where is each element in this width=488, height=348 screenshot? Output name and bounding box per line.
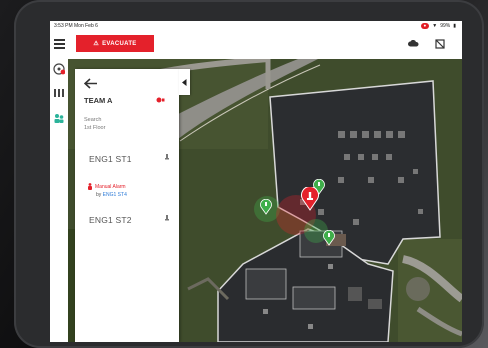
station-name: ENG1 ST2 — [89, 215, 132, 225]
battery-level: 99% — [440, 23, 451, 29]
left-rail — [50, 59, 69, 342]
stations-icon[interactable] — [53, 87, 65, 99]
station-pin-1[interactable] — [259, 199, 273, 215]
search-field[interactable]: Search — [84, 117, 101, 123]
recording-indicator: ● — [420, 23, 430, 29]
wifi-icon: ▼ — [432, 23, 438, 29]
team-panel: TEAM A Search 1st Floor ENG1 ST1 Manual … — [75, 69, 179, 342]
evacuate-button[interactable]: ⚠ EVACUATE — [76, 35, 154, 52]
alarm-notice[interactable]: Manual Alarm by ENG1 ST4 — [87, 183, 175, 198]
menu-icon[interactable] — [54, 39, 65, 49]
station-name: ENG1 ST1 — [89, 154, 132, 164]
cloud-icon[interactable] — [408, 40, 419, 47]
radar-icon[interactable] — [53, 63, 65, 75]
app-screen: 3:53 PM Mon Feb 6 ● ▼ 99% ▮ ⚠ EVACUATE T… — [50, 21, 462, 342]
alarm-person-icon — [88, 183, 92, 190]
alarm-by-prefix: by — [96, 192, 102, 198]
floor-label: 1st Floor — [84, 125, 106, 131]
alarm-status-icon — [156, 97, 165, 103]
station-flash-icon — [165, 154, 169, 160]
station-pin-3[interactable] — [322, 230, 336, 246]
battery-icon: ▮ — [453, 23, 456, 29]
alarm-bell-icon: ⚠ — [93, 41, 100, 47]
alarm-title: Manual Alarm — [95, 183, 126, 190]
station-flash-icon — [165, 215, 169, 221]
chevron-left-icon — [182, 78, 187, 86]
team-icon[interactable] — [53, 112, 65, 124]
collapse-panel-button[interactable] — [179, 69, 190, 95]
alarm-pin[interactable] — [300, 187, 320, 211]
status-date: Mon Feb 6 — [74, 23, 98, 29]
back-arrow-icon[interactable] — [84, 78, 98, 89]
status-time: 3:53 PM — [54, 23, 73, 29]
top-bar: ⚠ EVACUATE — [50, 31, 462, 60]
map-off-icon[interactable] — [435, 39, 445, 49]
station-item-eng1-st2[interactable]: ENG1 ST2 — [89, 215, 175, 225]
evacuate-label: EVACUATE — [102, 40, 137, 47]
station-item-eng1-st1[interactable]: ENG1 ST1 — [89, 154, 175, 164]
team-title: TEAM A — [84, 96, 113, 105]
alarm-by-station[interactable]: ENG1 ST4 — [103, 192, 127, 198]
status-bar: 3:53 PM Mon Feb 6 ● ▼ 99% ▮ — [50, 21, 462, 31]
alarm-source: by ENG1 ST4 — [96, 192, 175, 198]
